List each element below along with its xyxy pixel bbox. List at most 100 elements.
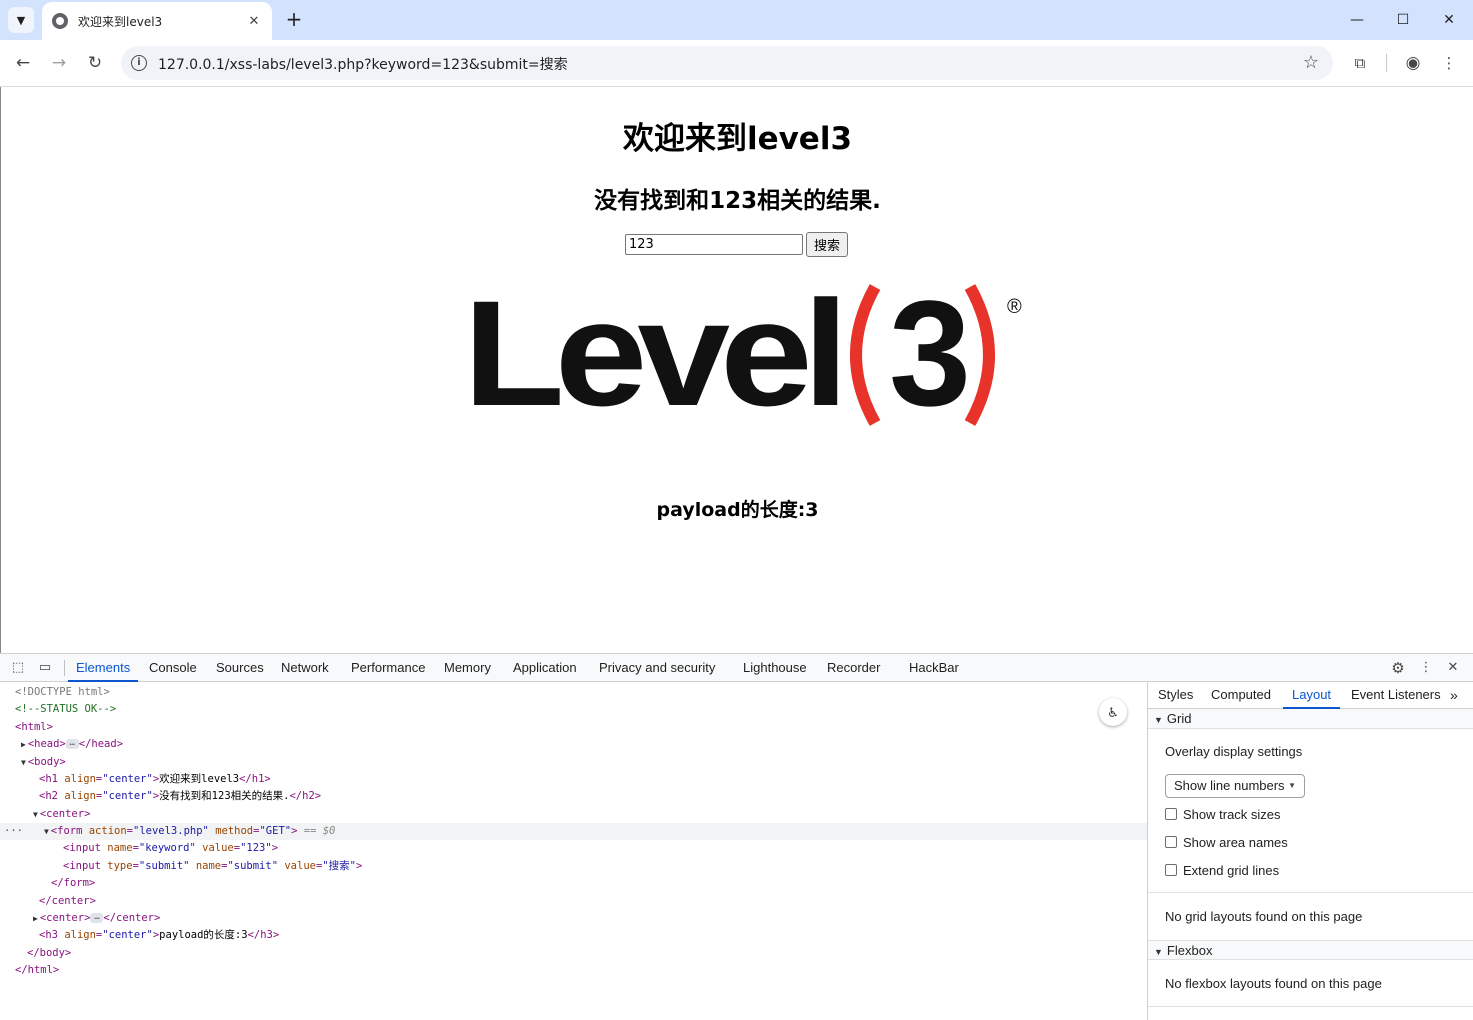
dom-head[interactable]: ▶ <head>… </head> xyxy=(0,736,1147,753)
back-button[interactable]: ← xyxy=(11,51,35,75)
checkbox-box[interactable] xyxy=(1165,864,1177,876)
dropdown-arrow-icon: ▼ xyxy=(1288,781,1296,790)
tab-elements[interactable]: Elements xyxy=(68,654,139,682)
search-submit-button[interactable]: 搜索 xyxy=(806,232,849,257)
tab-memory[interactable]: Memory xyxy=(444,654,491,682)
dom-body[interactable]: ▼ <body> xyxy=(0,754,1147,771)
page-content: 欢迎来到level3 没有找到和123相关的结果. 搜索 Level 3 ® p… xyxy=(0,87,1473,653)
page-heading: 欢迎来到level3 xyxy=(622,121,853,157)
address-bar[interactable]: i 127.0.0.1/xss-labs/level3.php?keyword=… xyxy=(121,46,1333,80)
dom-html[interactable]: <html> xyxy=(0,719,1147,736)
devtools-panel: ⬚ ▭ Elements Console Sources Network Per… xyxy=(0,653,1473,1020)
collapse-triangle-icon[interactable]: ▼ xyxy=(44,827,49,836)
dom-comment[interactable]: <!--STATUS OK--> xyxy=(0,701,1147,718)
browser-tab[interactable]: 欢迎来到level3 ✕ xyxy=(42,2,272,40)
accessibility-tree-icon[interactable]: ♿ xyxy=(1099,698,1127,726)
ellipsis-icon[interactable]: … xyxy=(90,913,104,923)
tab-computed[interactable]: Computed xyxy=(1211,682,1271,709)
maximize-button[interactable]: ☐ xyxy=(1380,8,1426,32)
forward-button[interactable]: → xyxy=(47,51,71,75)
logo-text: Level xyxy=(463,283,839,428)
checkbox-box[interactable] xyxy=(1165,836,1177,848)
grid-section-header[interactable]: ▼ Grid xyxy=(1148,709,1473,729)
more-options-icon[interactable]: ⋮ xyxy=(1416,658,1436,678)
extensions-icon[interactable]: ⧉ xyxy=(1349,52,1371,74)
logo-left-paren xyxy=(850,284,881,426)
collapse-triangle-icon[interactable]: ▼ xyxy=(33,810,38,819)
tab-hackbar[interactable]: HackBar xyxy=(909,654,959,682)
new-tab-button[interactable]: + xyxy=(283,8,305,32)
tab-application[interactable]: Application xyxy=(513,654,577,682)
layout-sidebar: Styles Computed Layout Event Listeners »… xyxy=(1147,682,1473,1020)
dom-input-submit[interactable]: <input type="submit" name="submit" value… xyxy=(0,858,1147,875)
keyword-input[interactable] xyxy=(625,234,803,255)
dom-form-selected[interactable]: ··· ▼ <form action="level3.php" method="GE… xyxy=(0,823,1147,840)
tab-layout[interactable]: Layout xyxy=(1283,682,1341,709)
menu-icon[interactable]: ⋮ xyxy=(1438,52,1460,74)
overlay-settings-title: Overlay display settings xyxy=(1165,744,1303,759)
dom-h3[interactable]: <h3 align="center">payload的长度:3</h3> xyxy=(0,927,1147,944)
dom-html-close[interactable]: </html> xyxy=(0,962,1147,979)
chevron-down-icon: ▼ xyxy=(16,13,26,27)
dom-form-close[interactable]: </form> xyxy=(0,875,1147,892)
collapse-triangle-icon: ▼ xyxy=(1154,715,1163,725)
tab-event-listeners[interactable]: Event Listeners xyxy=(1351,682,1441,709)
site-info-icon[interactable]: i xyxy=(131,55,147,71)
extend-grid-lines-checkbox[interactable]: Extend grid lines xyxy=(1165,862,1279,878)
dom-center-collapsed[interactable]: ▶ <center>… </center> xyxy=(0,910,1147,927)
logo-number: 3 xyxy=(889,283,971,428)
bookmark-star-icon[interactable]: ☆ xyxy=(1303,52,1319,73)
window-close-button[interactable]: ✕ xyxy=(1426,8,1472,32)
tab-search-button[interactable]: ▼ xyxy=(8,7,34,33)
expand-triangle-icon[interactable]: ▶ xyxy=(33,914,38,923)
dom-h1[interactable]: <h1 align="center">欢迎来到level3</h1> xyxy=(0,771,1147,788)
checkbox-box[interactable] xyxy=(1165,808,1177,820)
tab-network[interactable]: Network xyxy=(281,654,329,682)
elements-tree: <!DOCTYPE html> <!--STATUS OK--> <html> … xyxy=(0,682,1147,1020)
tab-styles[interactable]: Styles xyxy=(1158,682,1193,709)
settings-gear-icon[interactable]: ⚙ xyxy=(1388,658,1408,678)
dom-doctype[interactable]: <!DOCTYPE html> xyxy=(0,684,1147,701)
dom-center-close[interactable]: </center> xyxy=(0,893,1147,910)
devtools-tab-separator xyxy=(64,660,65,676)
tab-privacy-security[interactable]: Privacy and security xyxy=(599,654,715,682)
level3-logo: Level 3 ® xyxy=(463,283,1022,428)
more-tabs-chevron-icon[interactable]: » xyxy=(1450,682,1458,709)
flexbox-section-header[interactable]: ▼ Flexbox xyxy=(1148,940,1473,960)
logo-right-paren xyxy=(964,284,995,426)
reload-button[interactable]: ↻ xyxy=(83,51,107,75)
search-form: 搜索 xyxy=(625,232,849,257)
section-divider xyxy=(1148,1006,1473,1007)
tab-recorder[interactable]: Recorder xyxy=(827,654,880,682)
show-track-sizes-checkbox[interactable]: Show track sizes xyxy=(1165,806,1281,822)
minimize-button[interactable]: — xyxy=(1334,8,1380,32)
tab-console[interactable]: Console xyxy=(149,654,197,682)
no-grid-message: No grid layouts found on this page xyxy=(1165,909,1363,924)
inspect-element-icon[interactable]: ⬚ xyxy=(8,658,28,678)
collapse-triangle-icon: ▼ xyxy=(1154,947,1163,957)
profile-icon[interactable]: ◉ xyxy=(1402,52,1424,74)
dom-body-close[interactable]: </body> xyxy=(0,945,1147,962)
devtools-tabbar: ⬚ ▭ Elements Console Sources Network Per… xyxy=(0,654,1473,682)
result-message: 没有找到和123相关的结果. xyxy=(594,188,881,214)
url-text[interactable]: 127.0.0.1/xss-labs/level3.php?keyword=12… xyxy=(158,54,568,74)
device-toolbar-icon[interactable]: ▭ xyxy=(35,658,55,678)
tab-sources[interactable]: Sources xyxy=(216,654,264,682)
registered-mark: ® xyxy=(1007,296,1022,318)
toolbar-separator xyxy=(1386,54,1387,72)
show-area-names-checkbox[interactable]: Show area names xyxy=(1165,834,1288,850)
tab-performance[interactable]: Performance xyxy=(351,654,425,682)
close-devtools-icon[interactable]: ✕ xyxy=(1443,658,1463,678)
dom-h2[interactable]: <h2 align="center">没有找到和123相关的结果.</h2> xyxy=(0,788,1147,805)
tab-lighthouse[interactable]: Lighthouse xyxy=(743,654,807,682)
browser-toolbar: ← → ↻ i 127.0.0.1/xss-labs/level3.php?ke… xyxy=(0,40,1473,87)
collapse-triangle-icon[interactable]: ▼ xyxy=(21,758,26,767)
expand-triangle-icon[interactable]: ▶ xyxy=(21,740,26,749)
section-divider xyxy=(1148,892,1473,893)
close-icon[interactable]: ✕ xyxy=(246,14,262,29)
line-numbers-select[interactable]: Show line numbers ▼ xyxy=(1165,774,1305,798)
dom-input-keyword[interactable]: <input name="keyword" value="123"> xyxy=(0,840,1147,857)
more-dots-icon[interactable]: ··· xyxy=(4,825,23,837)
ellipsis-icon[interactable]: … xyxy=(65,739,79,749)
dom-center[interactable]: ▼ <center> xyxy=(0,806,1147,823)
